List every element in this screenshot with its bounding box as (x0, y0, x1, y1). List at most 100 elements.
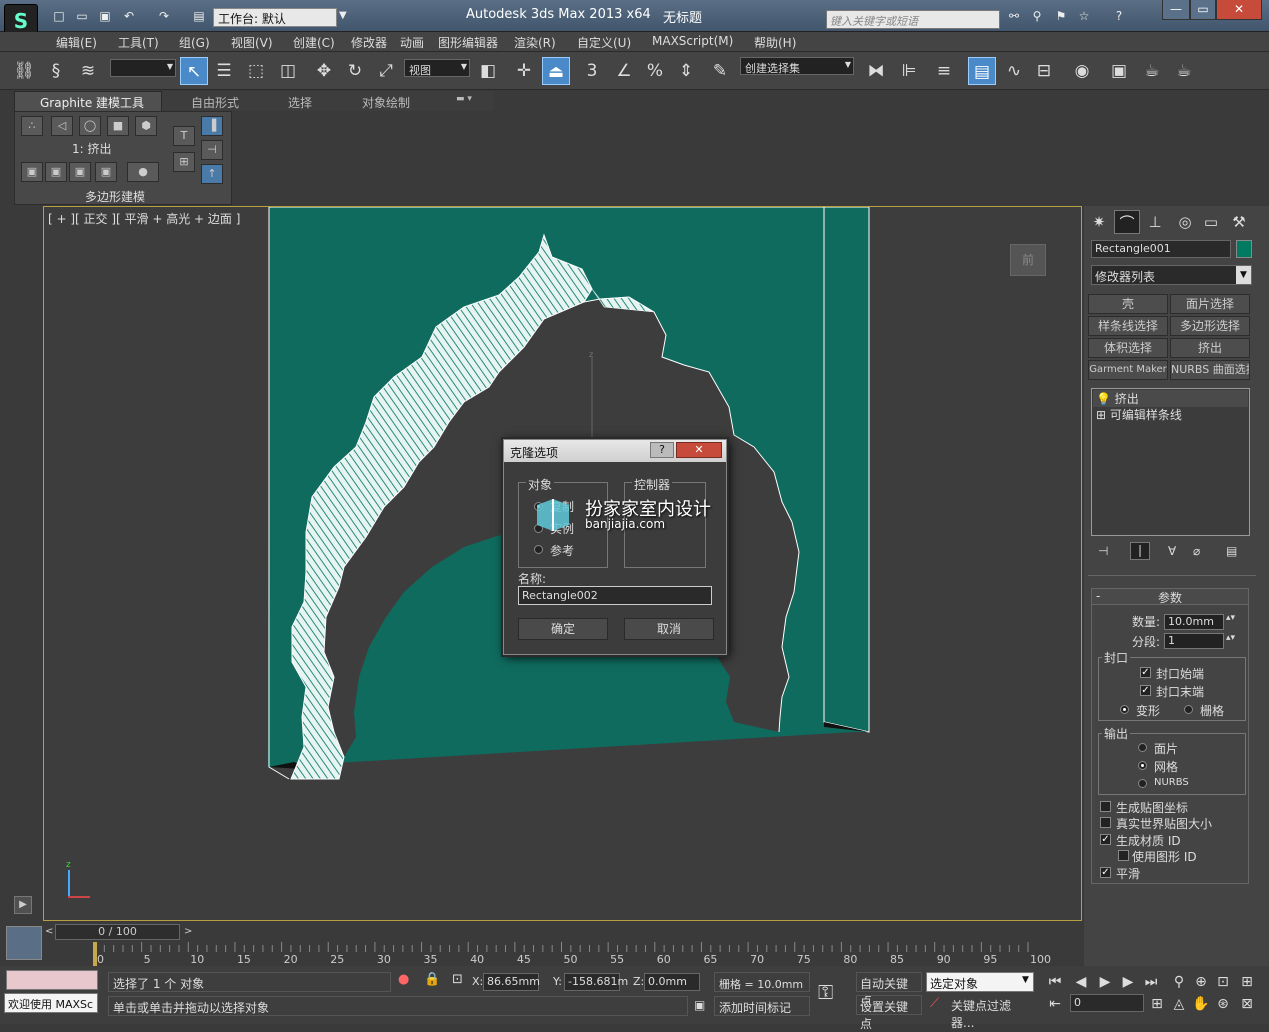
ok-button[interactable]: 确定 (518, 618, 608, 640)
slider-prev-icon[interactable]: < (45, 926, 53, 937)
configure-sets-icon[interactable]: ▤ (1226, 544, 1237, 558)
create-tab-icon[interactable]: ✷ (1086, 210, 1112, 234)
minicurve-icon[interactable] (6, 926, 42, 960)
field-of-view-icon[interactable]: ◬ (1168, 994, 1190, 1014)
preserve-uv-icon[interactable]: ⊞ (173, 152, 195, 172)
menu-rendering[interactable]: 渲染(R) (514, 34, 556, 51)
rectangular-selection-icon[interactable]: ⬚ (242, 57, 270, 85)
menu-maxscript[interactable]: MAXScript(M) (652, 34, 733, 48)
make-unique-icon[interactable]: ∀ (1168, 544, 1176, 558)
current-time-marker[interactable] (93, 942, 97, 966)
polygon-icon[interactable]: ■ (107, 116, 129, 136)
select-object-icon[interactable]: ↖ (180, 57, 208, 85)
modifier-vol-select-button[interactable]: 体积选择 (1088, 338, 1168, 358)
amount-spinner[interactable]: 10.0mm (1164, 614, 1224, 630)
pivot-center-icon[interactable]: ◧ (474, 57, 502, 85)
current-frame-field[interactable]: 0 (1070, 994, 1144, 1012)
modify-tab-icon[interactable]: ⌒ (1114, 210, 1140, 234)
menu-modifiers[interactable]: 修改器 (351, 34, 387, 51)
menu-create[interactable]: 创建(C) (293, 34, 335, 51)
grid-radio[interactable] (1184, 705, 1193, 714)
viewcube[interactable]: 前 (1010, 244, 1046, 276)
mesh-radio[interactable] (1138, 761, 1147, 770)
viewport-label[interactable]: [ + ][ 正交 ][ 平滑 + 高光 + 边面 ] (48, 210, 240, 227)
zoom-all-icon[interactable]: ⊕ (1190, 972, 1212, 992)
new-file-icon[interactable]: □ (50, 9, 68, 25)
search-input[interactable]: 键入关键字或短语 (826, 10, 1000, 29)
favorites-star-icon[interactable]: ☆ (1075, 9, 1093, 25)
percent-snap-icon[interactable]: % (641, 57, 669, 85)
hierarchy-tab-icon[interactable]: ⊥ (1142, 210, 1168, 234)
select-manipulate-icon[interactable]: ✛ (510, 57, 538, 85)
curve-editor-icon[interactable]: ∿ (1000, 57, 1028, 85)
zoom-extents-icon[interactable]: ⊡ (1212, 972, 1234, 992)
gen-material-id-checkbox[interactable]: ✓ (1100, 834, 1111, 845)
modifier-nurbs-select-button[interactable]: NURBS 曲面选择 (1170, 360, 1250, 380)
modifier-extrude-button[interactable]: 挤出 (1170, 338, 1250, 358)
play-icon[interactable]: ▶ (14, 896, 32, 914)
time-config-icon[interactable]: ⊞ (1146, 994, 1168, 1014)
snaps-toggle-icon[interactable]: 3 (578, 57, 606, 85)
stack-item-extrude[interactable]: 💡 挤出 (1093, 390, 1248, 407)
dialog-close-button[interactable]: ✕ (676, 442, 722, 458)
nurbs-radio[interactable] (1138, 779, 1147, 788)
time-slider-track[interactable] (43, 924, 1082, 942)
link-icon[interactable]: ⛓ (10, 57, 38, 85)
undo-icon[interactable]: ↶ (120, 9, 138, 25)
workspace-dropdown[interactable]: 工作台: 默认 (213, 8, 337, 27)
spinner-arrows-icon[interactable]: ▴▾ (1226, 633, 1235, 643)
name-input[interactable]: Rectangle002 (518, 586, 712, 605)
modifier-garment-maker-button[interactable]: Garment Maker (1088, 360, 1168, 380)
scale-icon[interactable]: ⤢ (372, 57, 400, 85)
object-name-field[interactable]: Rectangle001 (1091, 240, 1231, 258)
tab-graphite[interactable]: Graphite 建模工具 (40, 94, 144, 111)
bevel-icon[interactable]: ▣ (45, 162, 67, 182)
select-by-name-icon[interactable]: ☰ (210, 57, 238, 85)
key-filter-icon[interactable]: ⟋ (930, 996, 939, 1011)
reference-coordinate-dropdown[interactable]: 视图 (404, 59, 470, 77)
real-world-map-checkbox[interactable] (1100, 817, 1111, 828)
maxscript-listener[interactable]: 欢迎使用 MAXSc (4, 993, 98, 1013)
bridge-icon[interactable]: ▣ (95, 162, 117, 182)
constraint-icon[interactable]: ▐ (201, 116, 223, 136)
schematic-view-icon[interactable]: ⊟ (1030, 57, 1058, 85)
x-coordinate[interactable]: 86.65mm (483, 973, 540, 991)
show-end-result-icon[interactable]: ↑ (201, 164, 223, 184)
cap-end-checkbox[interactable]: ✓ (1140, 685, 1151, 696)
key-filters-button[interactable]: 关键点过滤器... (948, 995, 1034, 1030)
open-file-icon[interactable]: ▭ (73, 9, 91, 25)
auto-key-button[interactable]: 自动关键点 (856, 972, 922, 1008)
unlink-icon[interactable]: § (42, 57, 70, 85)
tab-object-paint[interactable]: 对象绘制 (362, 94, 410, 111)
absolute-mode-icon[interactable]: ⊡ (452, 972, 463, 987)
named-selection-dropdown[interactable]: 创建选择集 (740, 57, 854, 75)
lock-selection-icon[interactable]: 🔒 (424, 972, 440, 987)
menu-views[interactable]: 视图(V) (231, 34, 273, 51)
show-end-result-icon[interactable]: ❘ (1130, 542, 1150, 560)
angle-snap-icon[interactable]: ∠ (610, 57, 638, 85)
edit-named-sets-icon[interactable]: ✎ (706, 57, 734, 85)
tab-freeform[interactable]: 自由形式 (191, 94, 239, 111)
menu-customize[interactable]: 自定义(U) (577, 34, 631, 51)
rollout-collapse-icon[interactable]: - (1096, 589, 1100, 603)
smooth-checkbox[interactable]: ✓ (1100, 867, 1111, 878)
menu-graph-editors[interactable]: 图形编辑器 (438, 34, 498, 51)
display-tab-icon[interactable]: ▭ (1198, 210, 1224, 234)
segments-spinner[interactable]: 1 (1164, 633, 1224, 649)
modifier-poly-select-button[interactable]: 多边形选择 (1170, 316, 1250, 336)
time-tag-icon[interactable]: ▣ (694, 998, 705, 1012)
mirror-icon[interactable]: ⧓ (862, 57, 890, 85)
slider-next-icon[interactable]: > (184, 926, 192, 937)
render-production-icon[interactable]: ☕ (1170, 57, 1198, 85)
move-icon[interactable]: ✥ (310, 57, 338, 85)
next-frame-icon[interactable]: ▶ (1117, 972, 1139, 992)
layer-manager-icon[interactable]: ≡ (930, 57, 958, 85)
keyboard-shortcut-override-icon[interactable]: ⏏ (542, 57, 570, 85)
modify-mode-icon[interactable]: T (173, 126, 195, 146)
use-shape-id-checkbox[interactable] (1118, 850, 1129, 861)
lightbulb-icon[interactable]: 💡 (1096, 392, 1115, 406)
bind-spacewarp-icon[interactable]: ≋ (74, 57, 102, 85)
maximize-viewport-icon[interactable]: ⊠ (1236, 994, 1258, 1014)
isolate-selection-icon[interactable]: ● (398, 972, 409, 987)
key-selection-dropdown[interactable]: 选定对象 (926, 972, 1034, 992)
